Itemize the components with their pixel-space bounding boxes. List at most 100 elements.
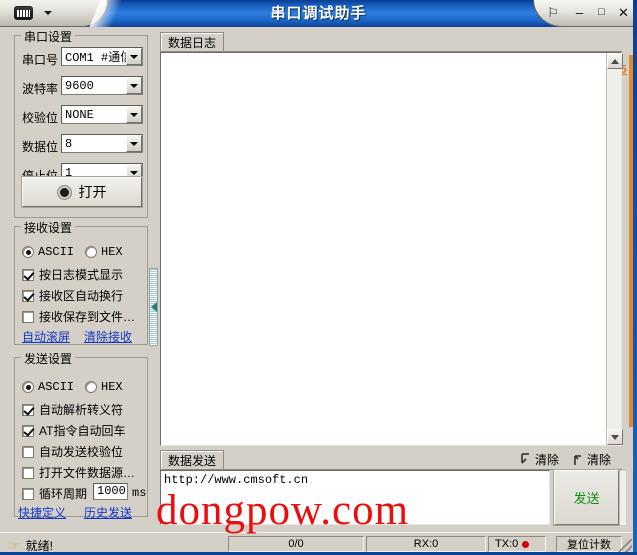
window-body: 串口设置 串口号 COM1 #通信 波特率 9600 校验位 NONE 数据位 … bbox=[0, 27, 637, 533]
arrow-up-icon bbox=[574, 454, 581, 465]
receive-logmode-checkbox[interactable]: 按日志模式显示 bbox=[22, 266, 123, 283]
radio-mark-icon bbox=[85, 381, 97, 393]
chevron-down-icon[interactable] bbox=[126, 106, 142, 123]
send-hex-radio[interactable]: HEX bbox=[85, 380, 123, 394]
baudrate-value: 9600 bbox=[65, 78, 94, 93]
send-history-link[interactable]: 历史发送 bbox=[84, 504, 132, 521]
send-filesource-label: 打开文件数据源… bbox=[39, 466, 136, 480]
radio-mark-icon bbox=[22, 381, 34, 393]
radio-mark-icon bbox=[22, 246, 34, 258]
send-button[interactable]: 发送 bbox=[553, 469, 620, 526]
tx-led-icon bbox=[522, 540, 530, 548]
scroll-up-icon[interactable] bbox=[607, 53, 623, 69]
status-tx-label: TX:0 bbox=[495, 538, 519, 550]
send-cycle-checkbox[interactable]: 循环周期 bbox=[22, 485, 87, 502]
uart-assistant-window: 串口调试助手 ⚐ – □ ✕ 串口设置 串口号 COM1 #通信 波特率 960… bbox=[0, 0, 637, 555]
receive-savetofile-checkbox[interactable]: 接收保存到文件… bbox=[22, 308, 135, 325]
power-dot-icon bbox=[57, 185, 71, 199]
check-mark-icon bbox=[22, 424, 34, 437]
databits-combobox[interactable]: 8 bbox=[61, 134, 143, 153]
serial-settings-legend: 串口设置 bbox=[21, 28, 76, 45]
send-ascii-radio[interactable]: ASCII bbox=[22, 380, 74, 394]
send-ascii-label: ASCII bbox=[38, 380, 75, 394]
check-mark-icon bbox=[22, 445, 34, 458]
resize-grip[interactable] bbox=[618, 539, 632, 553]
autoscroll-link[interactable]: 自动滚屏 bbox=[22, 328, 70, 345]
port-combobox[interactable]: COM1 #通信 bbox=[61, 47, 143, 66]
window-controls: – □ ✕ bbox=[570, 4, 633, 21]
send-filesource-checkbox[interactable]: 打开文件数据源… bbox=[22, 464, 135, 481]
receive-ascii-label: ASCII bbox=[38, 245, 75, 259]
tab-data-send[interactable]: 数据发送 bbox=[160, 450, 225, 470]
chevron-down-icon[interactable] bbox=[126, 48, 142, 65]
check-mark-icon bbox=[22, 403, 34, 416]
parity-label: 校验位 bbox=[22, 111, 59, 125]
check-mark-icon bbox=[22, 310, 34, 323]
tab-data-log[interactable]: 数据日志 bbox=[160, 32, 225, 52]
status-rx: RX:0 bbox=[366, 536, 486, 552]
receive-settings-legend: 接收设置 bbox=[21, 219, 76, 236]
check-mark-icon bbox=[22, 466, 34, 479]
check-mark-icon bbox=[22, 268, 34, 281]
maximize-button[interactable]: □ bbox=[592, 4, 611, 21]
radio-mark-icon bbox=[85, 246, 97, 258]
parity-combobox[interactable]: NONE bbox=[61, 105, 143, 124]
arrow-down-icon bbox=[521, 452, 529, 464]
scroll-down-icon[interactable] bbox=[607, 429, 623, 445]
send-button-label: 发送 bbox=[573, 491, 600, 506]
send-checksum-label: 自动发送校验位 bbox=[39, 445, 124, 459]
send-at-return-checkbox[interactable]: AT指令自动回车 bbox=[22, 422, 125, 439]
status-tx: TX:0 bbox=[488, 536, 546, 552]
clear-receive-label: 清除 bbox=[535, 453, 560, 467]
send-vertical-scrollbar[interactable] bbox=[619, 471, 626, 525]
clear-send-label: 清除 bbox=[587, 453, 612, 467]
status-counter: 0/0 bbox=[228, 536, 364, 552]
log-vertical-scrollbar[interactable] bbox=[606, 53, 623, 445]
minimize-button[interactable]: – bbox=[570, 4, 589, 21]
port-value: COM1 #通信 bbox=[65, 51, 126, 65]
hand-pointer-icon: ☞ bbox=[8, 538, 20, 553]
cycle-unit-label: ms bbox=[132, 486, 147, 500]
databits-label: 数据位 bbox=[22, 140, 59, 154]
check-mark-icon bbox=[22, 487, 34, 500]
receive-hex-label: HEX bbox=[101, 245, 123, 259]
window-right-border bbox=[633, 0, 637, 555]
clear-receive-link[interactable]: 清除接收 bbox=[84, 328, 132, 345]
pin-icon[interactable]: ⚐ bbox=[545, 5, 561, 21]
baudrate-combobox[interactable]: 9600 bbox=[61, 76, 143, 95]
reset-counter-button[interactable]: 复位计数 bbox=[556, 536, 622, 552]
chevron-down-icon[interactable] bbox=[126, 135, 142, 152]
port-label: 串口号 bbox=[22, 53, 59, 67]
baudrate-label: 波特率 bbox=[22, 82, 59, 96]
open-port-label: 打开 bbox=[78, 184, 107, 200]
receive-hex-radio[interactable]: HEX bbox=[85, 245, 123, 259]
panel-collapse-handle[interactable] bbox=[149, 268, 158, 346]
send-hex-label: HEX bbox=[101, 380, 123, 394]
send-escape-checkbox[interactable]: 自动解析转义符 bbox=[22, 401, 123, 418]
receive-autowrap-label: 接收区自动换行 bbox=[39, 289, 124, 303]
tab-data-log-label: 数据日志 bbox=[168, 36, 217, 50]
clear-receive-button[interactable]: 清除 bbox=[520, 451, 559, 468]
cycle-period-input[interactable]: 1000 bbox=[93, 483, 128, 500]
receive-logmode-label: 按日志模式显示 bbox=[39, 268, 124, 282]
chevron-down-icon[interactable] bbox=[126, 77, 142, 94]
title-bar: 串口调试助手 ⚐ – □ ✕ bbox=[0, 0, 637, 27]
send-cycle-label: 循环周期 bbox=[39, 487, 88, 501]
databits-value: 8 bbox=[65, 136, 73, 151]
receive-autowrap-checkbox[interactable]: 接收区自动换行 bbox=[22, 287, 123, 304]
parity-value: NONE bbox=[65, 107, 94, 122]
receive-ascii-radio[interactable]: ASCII bbox=[22, 245, 74, 259]
send-settings-legend: 发送设置 bbox=[21, 350, 76, 367]
send-checksum-checkbox[interactable]: 自动发送校验位 bbox=[22, 443, 123, 460]
receive-savetofile-label: 接收保存到文件… bbox=[39, 310, 136, 324]
open-port-button[interactable]: 打开 bbox=[21, 176, 143, 208]
send-at-return-label: AT指令自动回车 bbox=[39, 424, 126, 438]
tab-data-send-label: 数据发送 bbox=[168, 454, 217, 468]
send-escape-label: 自动解析转义符 bbox=[39, 403, 124, 417]
check-mark-icon bbox=[22, 289, 34, 302]
send-text-input[interactable]: http://www.cmsoft.cn bbox=[160, 470, 550, 525]
quick-define-link[interactable]: 快捷定义 bbox=[18, 504, 66, 521]
data-log-area[interactable] bbox=[160, 52, 622, 446]
clear-send-button[interactable]: 清除 bbox=[572, 451, 611, 468]
close-button[interactable]: ✕ bbox=[614, 4, 633, 21]
